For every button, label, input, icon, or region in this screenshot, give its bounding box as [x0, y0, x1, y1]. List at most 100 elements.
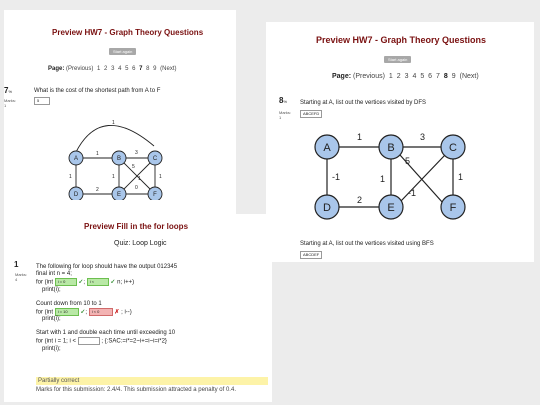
edge-label: 1	[458, 172, 463, 182]
loop2-line: for (int i = 10 ✓; i < 0 ✗ ; i--)	[36, 307, 132, 316]
graph-diagram: 1 3 5 -1 1 -1 1 2 A B C D E F	[314, 132, 466, 220]
count-down-text: Count down from 10 to 1	[36, 300, 102, 307]
pager-page-1[interactable]: 1	[389, 73, 393, 80]
code-line: print(i);	[42, 345, 61, 352]
pager-previous[interactable]: (Previous)	[66, 66, 93, 72]
node-label: B	[117, 156, 121, 162]
pager-page-7[interactable]: 7	[436, 73, 440, 80]
for-loops-panel: Preview Fill in the for loops Quiz: Loop…	[4, 214, 272, 402]
edge-label: 1	[380, 174, 385, 184]
code-line: print(i);	[42, 316, 61, 323]
pager-page-9[interactable]: 9	[153, 66, 156, 72]
page-navigation: Page: (Previous) 1 2 3 4 5 6 7 8 9 (Next…	[48, 66, 179, 72]
loop3-line: for (int i = 1; i < ; {:SAC:=i*=2~i+=i~i…	[36, 337, 167, 346]
edge-label: 1	[69, 174, 72, 180]
loop2-condition-input[interactable]: i < 0	[88, 307, 113, 316]
edge-label: 1	[112, 174, 115, 180]
question-7-panel: Preview HW7 - Graph Theory Questions Sta…	[4, 10, 236, 215]
node-label: F	[153, 192, 157, 198]
check-icon: ✓	[80, 309, 86, 316]
grading-status: Partially correct	[36, 377, 268, 385]
pager-next[interactable]: (Next)	[160, 66, 176, 72]
node-label: A	[74, 156, 78, 162]
edge-label: -1	[332, 172, 340, 182]
dfs-question-text: Starting at A, list out the vertices vis…	[300, 100, 427, 106]
pager-page-8[interactable]: 8	[146, 66, 149, 72]
edge-label: 0	[135, 185, 138, 191]
pager-page-2[interactable]: 2	[104, 66, 107, 72]
edge-label: 5	[405, 156, 410, 166]
edge-label: 2	[96, 187, 99, 193]
loop1-line: for (int i = 0 ✓; i < ✓ n; i++)	[36, 278, 135, 286]
node-label: B	[387, 142, 394, 154]
page-navigation: Page: (Previous) 1 2 3 4 5 6 7 8 9 (Next…	[332, 73, 481, 80]
intro-text: The following for loop should have the o…	[36, 264, 178, 270]
bfs-answer-field[interactable]: ABCDEF	[300, 251, 323, 259]
pager-next[interactable]: (Next)	[460, 73, 479, 80]
loop1-condition-input[interactable]: i <	[86, 278, 109, 286]
cross-icon: ✗	[114, 309, 120, 316]
loop3-condition-input[interactable]	[77, 337, 100, 346]
question-number: 8%	[279, 96, 288, 105]
node-label: E	[387, 202, 394, 214]
pager-page-5[interactable]: 5	[125, 66, 128, 72]
double-text: Start with 1 and double each time until …	[36, 330, 176, 337]
pager-page-6[interactable]: 6	[132, 66, 135, 72]
page-title: Preview HW7 - Graph Theory Questions	[316, 35, 487, 45]
edge-label: 1	[96, 151, 99, 157]
check-icon: ✓	[110, 279, 116, 286]
check-icon: ✓	[78, 279, 84, 286]
pager-page-5[interactable]: 5	[420, 73, 424, 80]
node-label: C	[449, 142, 457, 154]
marks-info: Marks: 1	[279, 110, 291, 120]
node-label: C	[153, 156, 158, 162]
bfs-question-text: Starting at A, list out the vertices vis…	[300, 241, 434, 247]
marks-info: Marks: 1	[4, 98, 16, 108]
pager-page-4[interactable]: 4	[412, 73, 416, 80]
pager-page-1[interactable]: 1	[97, 66, 100, 72]
edge-label: 3	[420, 132, 425, 142]
edge-label: 5	[132, 164, 135, 170]
question-number: 7%	[4, 86, 13, 95]
pager-page-9[interactable]: 9	[452, 73, 456, 80]
pager-label: Page:	[48, 66, 65, 72]
node-label: F	[450, 202, 457, 214]
edge-label: 1	[112, 120, 115, 126]
pager-page-3[interactable]: 3	[111, 66, 114, 72]
question-number: 1	[14, 260, 19, 269]
edge-label: 1	[357, 132, 362, 142]
edge-label: -1	[408, 188, 416, 198]
start-again-button[interactable]: Start again	[109, 48, 137, 55]
page-title: Preview Fill in the for loops	[84, 222, 189, 231]
quiz-title: Quiz: Loop Logic	[114, 240, 167, 247]
pager-page-7-current: 7	[139, 66, 143, 72]
pager-page-8-current: 8	[443, 73, 448, 80]
node-label: E	[117, 192, 121, 198]
pager-page-3[interactable]: 3	[405, 73, 409, 80]
edge-label: 1	[159, 174, 162, 180]
question-body: The following for loop should have the o…	[36, 264, 177, 353]
grading-feedback: Marks for this submission: 2.4/4. This s…	[36, 387, 236, 393]
edge-label: 2	[357, 195, 362, 205]
page-title: Preview HW7 - Graph Theory Questions	[52, 28, 204, 37]
answer-field[interactable]: 5	[34, 97, 50, 105]
start-again-button[interactable]: Start again	[384, 56, 412, 63]
loop1-init-input[interactable]: i = 0	[54, 278, 77, 286]
edge-a-c-curve	[75, 124, 155, 153]
pager-page-2[interactable]: 2	[397, 73, 401, 80]
pager-previous[interactable]: (Previous)	[353, 73, 385, 80]
edge-label: 3	[135, 150, 138, 156]
node-label: D	[323, 202, 331, 214]
pager-page-6[interactable]: 6	[428, 73, 432, 80]
node-label: A	[323, 142, 331, 154]
code-line: final int n = 4;	[36, 271, 72, 277]
edge-label: 1	[138, 176, 141, 182]
question-8-panel: Preview HW7 - Graph Theory Questions Sta…	[266, 22, 534, 262]
pager-label: Page:	[332, 73, 352, 80]
graph-diagram: 1 1 3 5 1 1 2 0 1 1 A B C D E F	[68, 120, 163, 200]
loop2-init-input[interactable]: i = 10	[54, 307, 79, 316]
code-line: print(i);	[42, 286, 61, 293]
node-label: D	[74, 192, 79, 198]
dfs-answer-field[interactable]: ABCEFD	[300, 110, 323, 118]
pager-page-4[interactable]: 4	[118, 66, 121, 72]
